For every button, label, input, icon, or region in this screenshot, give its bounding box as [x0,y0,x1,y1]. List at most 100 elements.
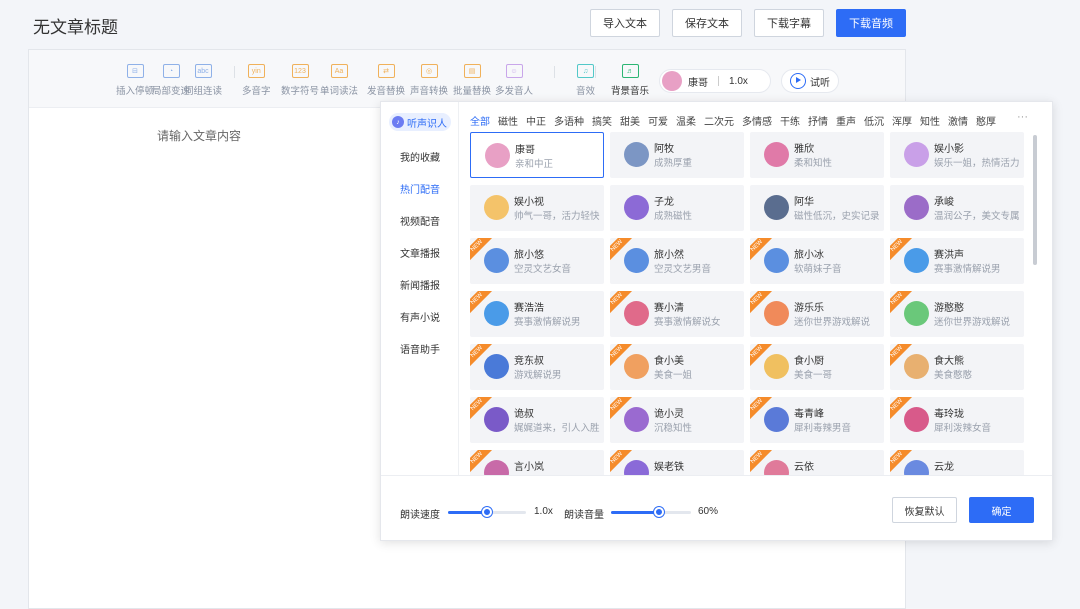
voice-convert-icon: ◎ [420,64,438,78]
category-tab[interactable]: 磁性 [498,113,518,128]
voice-avatar [624,248,649,273]
voice-card[interactable]: 雅欣 柔和知性 [750,132,884,178]
speed-slider[interactable] [448,507,526,517]
voice-card[interactable]: NEW 诡叔 娓娓道来，引人入胜 [470,397,604,443]
menu-item[interactable]: 视频配音 [400,213,440,228]
voice-card[interactable]: NEW 毒玲珑 犀利泼辣女音 [890,397,1024,443]
tool-sound-effect[interactable]: ♫ 音效 [576,64,595,97]
scrollbar[interactable] [1033,135,1037,265]
category-tab[interactable]: 浑厚 [892,113,912,128]
voice-card[interactable]: NEW 食大熊 美食憨憨 [890,344,1024,390]
category-tab[interactable]: 干练 [780,113,800,128]
voice-name: 云依 [794,462,814,473]
menu-item[interactable]: 新闻播报 [400,277,440,292]
voice-card[interactable]: NEW 言小岚 [470,450,604,475]
download-subtitle-button[interactable]: 下载字幕 [754,9,824,37]
voice-description: 沉稳知性 [654,423,693,434]
tool-pause-insert[interactable]: ⊟ 插入停顿 [116,64,154,97]
voice-avatar [904,248,929,273]
voice-description: 美食憨憨 [934,370,973,381]
confirm-button[interactable]: 确定 [969,497,1034,523]
voice-card[interactable]: 康哥 亲和中正 [470,132,604,178]
voice-card[interactable]: NEW 旅小冰 软萌妹子音 [750,238,884,284]
voice-card[interactable]: 阿华 磁性低沉，史实记录 [750,185,884,231]
voice-avatar [484,301,509,326]
category-tab[interactable]: 温柔 [676,113,696,128]
voice-card[interactable]: NEW 游憨憨 迷你世界游戏解说 [890,291,1024,337]
save-text-button[interactable]: 保存文本 [672,9,742,37]
menu-item[interactable]: 语音助手 [400,341,440,356]
tool-batch-replace[interactable]: ▤ 批量替换 [453,64,491,97]
category-tab[interactable]: 憨厚 [976,113,996,128]
voice-name: 雅欣 [794,144,814,155]
voice-avatar [484,407,509,432]
category-tab[interactable]: 搞笑 [592,113,612,128]
voice-card[interactable]: NEW 赛洪声 赛事激情解说男 [890,238,1024,284]
word-icon: Aa [330,64,348,78]
tool-pinyin[interactable]: yin 多音字 [242,64,271,97]
voice-card[interactable]: 承峻 温润公子，美文专属 [890,185,1024,231]
voice-card[interactable]: NEW 诡小灵 沉稳知性 [610,397,744,443]
voice-name: 诡叔 [514,409,534,420]
voice-card[interactable]: NEW 食小美 美食一姐 [610,344,744,390]
category-tab[interactable]: 中正 [526,113,546,128]
menu-item[interactable]: 文章播报 [400,245,440,260]
category-tab[interactable]: 多语种 [554,113,584,128]
tool-pronounce[interactable]: ⇄ 发音替换 [367,64,405,97]
voice-card[interactable]: NEW 赛浩浩 赛事激情解说男 [470,291,604,337]
tool-multi-speaker[interactable]: ☺ 多发音人 [495,64,533,97]
category-tab[interactable]: 抒情 [808,113,828,128]
abc-icon: abc [194,64,212,78]
category-tab[interactable]: 可爱 [648,113,668,128]
volume-slider-handle[interactable] [654,507,664,517]
voice-card[interactable]: 子龙 成熟磁性 [610,185,744,231]
tool-word[interactable]: Aa 单词读法 [320,64,358,97]
category-tab[interactable]: 低沉 [864,113,884,128]
reset-default-button[interactable]: 恢复默认 [892,497,957,523]
voice-description: 迷你世界游戏解说 [794,317,871,328]
listen-button[interactable]: 试听 [781,69,839,93]
more-icon[interactable]: ··· [1017,111,1028,123]
category-tab[interactable]: 多情感 [742,113,772,128]
voice-description: 帅气一哥，活力轻快 [514,211,600,222]
voice-card[interactable]: NEW 赛小清 赛事激情解说女 [610,291,744,337]
current-voice-selector[interactable]: 康哥 1.0x [659,69,771,93]
voice-card[interactable]: NEW 毒青峰 犀利毒辣男音 [750,397,884,443]
voice-avatar [662,71,682,91]
category-tab[interactable]: 全部 [470,113,490,128]
voice-card[interactable]: NEW 娱老铁 [610,450,744,475]
voice-card[interactable]: NEW 云依 [750,450,884,475]
menu-item[interactable]: 我的收藏 [400,149,440,164]
speed-slider-handle[interactable] [482,507,492,517]
voice-card[interactable]: NEW 云龙 [890,450,1024,475]
menu-item[interactable]: 有声小说 [400,309,440,324]
voice-card[interactable]: 娱小视 帅气一哥，活力轻快 [470,185,604,231]
voice-avatar [764,248,789,273]
category-tab[interactable]: 二次元 [704,113,734,128]
voice-name: 毒玲珑 [934,409,964,420]
voice-card[interactable]: NEW 食小厨 美食一哥 [750,344,884,390]
voice-card[interactable]: 阿牧 成熟厚重 [610,132,744,178]
voice-card[interactable]: NEW 游乐乐 迷你世界游戏解说 [750,291,884,337]
category-tab[interactable]: 激情 [948,113,968,128]
menu-item[interactable]: 热门配音 [400,181,440,196]
play-icon [790,73,806,89]
download-audio-button[interactable]: 下载音频 [836,9,906,37]
voice-card[interactable]: 娱小影 娱乐一姐，热情活力 [890,132,1024,178]
tool-music[interactable]: ♬ 背景音乐 [611,64,649,97]
category-tab[interactable]: 重声 [836,113,856,128]
tool-number[interactable]: 123 数字符号 [281,64,319,97]
editor-placeholder[interactable]: 请输入文章内容 [157,127,241,144]
voice-card[interactable]: NEW 旅小然 空灵文艺男音 [610,238,744,284]
listen-identify-badge[interactable]: ♪ 听声识人 [389,113,451,131]
voice-description: 犀利毒辣男音 [794,423,852,434]
tool-voice-convert[interactable]: ◎ 声音转换 [410,64,448,97]
voice-card[interactable]: NEW 旅小悠 空灵文艺女音 [470,238,604,284]
category-tab[interactable]: 甜美 [620,113,640,128]
volume-slider[interactable] [611,507,691,517]
voice-name: 阿华 [794,197,814,208]
tool-abc[interactable]: abc 词组连读 [184,64,222,97]
category-tab[interactable]: 知性 [920,113,940,128]
import-text-button[interactable]: 导入文本 [590,9,660,37]
voice-card[interactable]: NEW 竞东叔 游戏解说男 [470,344,604,390]
